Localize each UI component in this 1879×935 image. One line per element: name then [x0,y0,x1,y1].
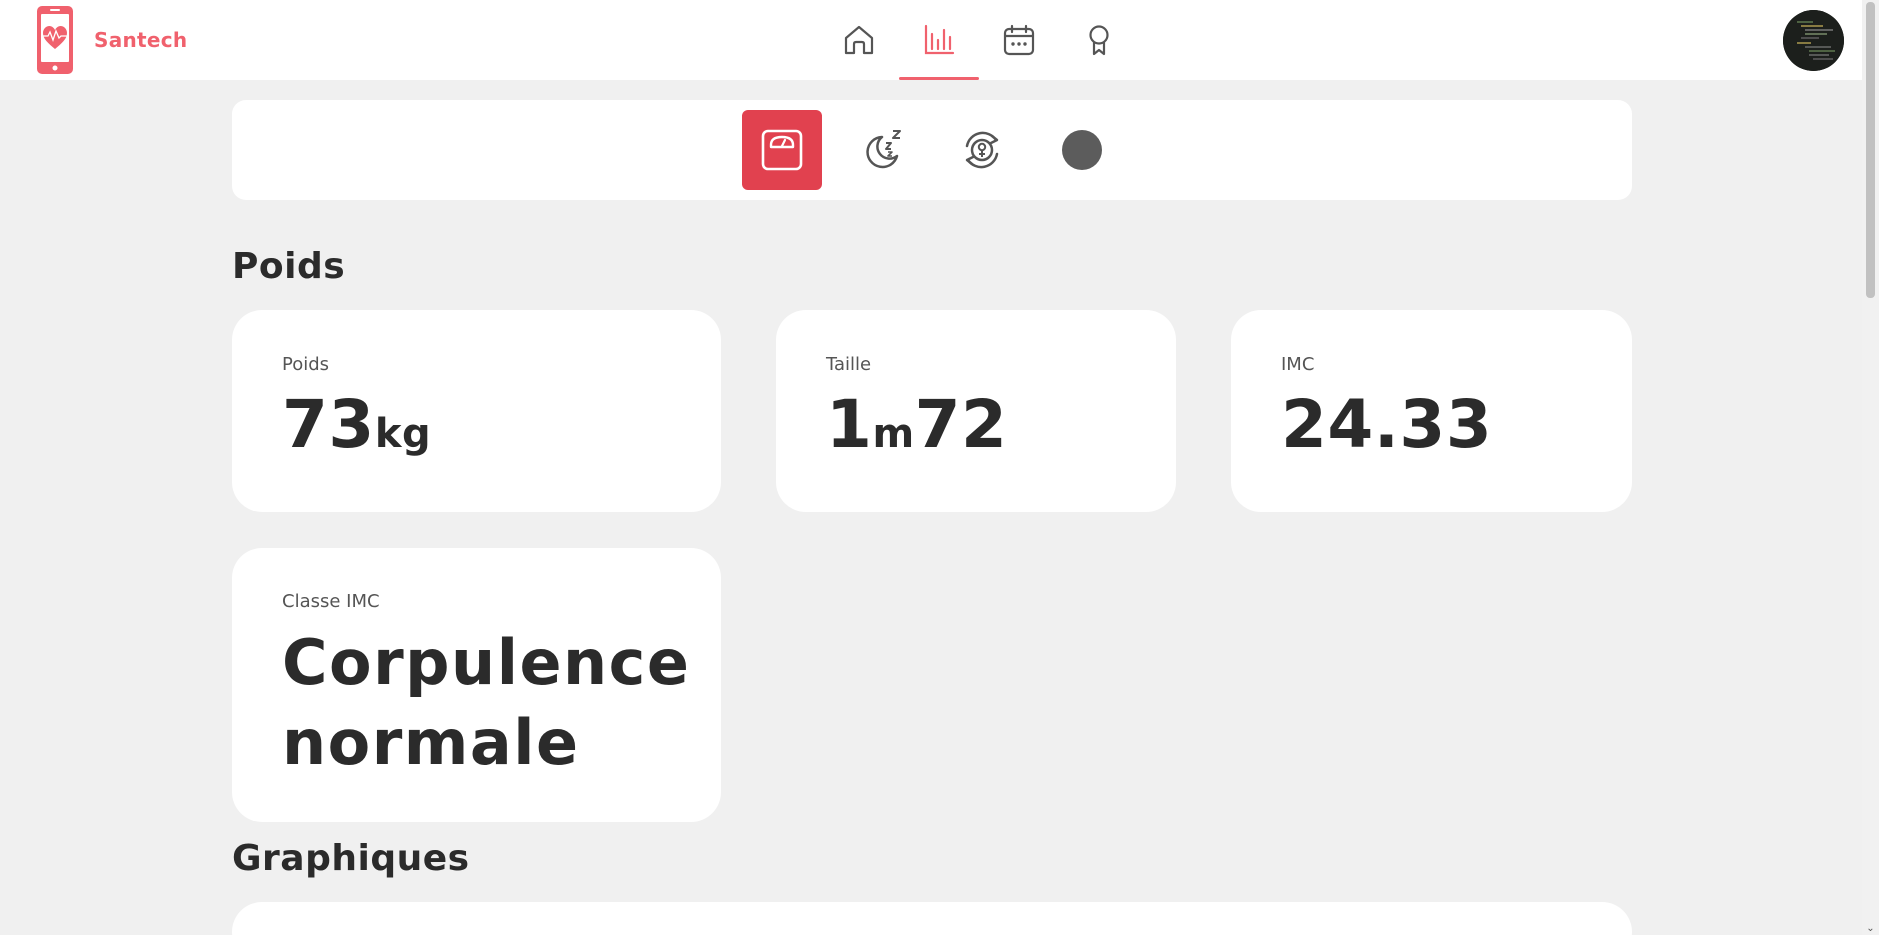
bmi-class-card: Classe IMC Corpulence normale [232,548,721,822]
weight-section-title: Poids [232,246,346,287]
height-unit: m [872,411,915,457]
height-centimeters: 72 [914,386,1008,463]
scrollbar-thumb[interactable] [1866,2,1875,298]
height-card-value: 1m72 [826,392,1007,458]
bar-chart-icon [924,24,955,55]
bmi-card-label: IMC [1281,354,1315,375]
graphs-card [232,902,1632,935]
tab-weight[interactable] [742,110,822,190]
avatar-image [1783,10,1844,71]
weight-card-value: 73kg [282,392,431,458]
main-nav [0,0,1862,80]
weight-unit: kg [374,411,432,457]
height-card-label: Taille [826,354,872,375]
scale-icon [761,129,803,171]
weight-card: Poids 73kg [232,310,721,512]
nav-awards[interactable] [1059,0,1139,80]
circle-icon [1062,130,1102,170]
top-navigation-bar: Santech [0,0,1862,80]
tab-cycle[interactable] [942,110,1022,190]
bmi-class-line-1: Corpulence [282,626,691,699]
bmi-class-value: Corpulence normale [282,623,690,783]
weight-card-label: Poids [282,354,330,375]
graphs-section-title: Graphiques [232,838,470,879]
nav-home[interactable] [819,0,899,80]
height-meters: 1 [826,386,873,463]
bmi-class-line-2: normale [282,706,580,779]
nav-calendar[interactable] [979,0,1059,80]
user-avatar[interactable] [1783,10,1844,71]
tab-sleep[interactable] [842,110,922,190]
bmi-card: IMC 24.33 [1231,310,1632,512]
cycle-female-icon [965,131,999,169]
sleep-moon-icon [866,130,901,169]
weight-value: 73 [282,386,375,463]
nav-stats[interactable] [899,0,979,80]
award-ribbon-icon [1089,25,1109,56]
calendar-icon [1003,24,1035,56]
tab-other[interactable] [1042,110,1122,190]
scroll-down-icon[interactable]: ⌄ [1862,921,1879,935]
height-card: Taille 1m72 [776,310,1176,512]
bmi-value: 24.33 [1281,386,1493,463]
bmi-card-value: 24.33 [1281,392,1492,458]
home-icon [844,25,874,55]
bmi-class-card-label: Classe IMC [282,591,380,612]
vertical-scrollbar[interactable]: ⌄ [1862,0,1879,935]
category-tabs [232,100,1632,200]
